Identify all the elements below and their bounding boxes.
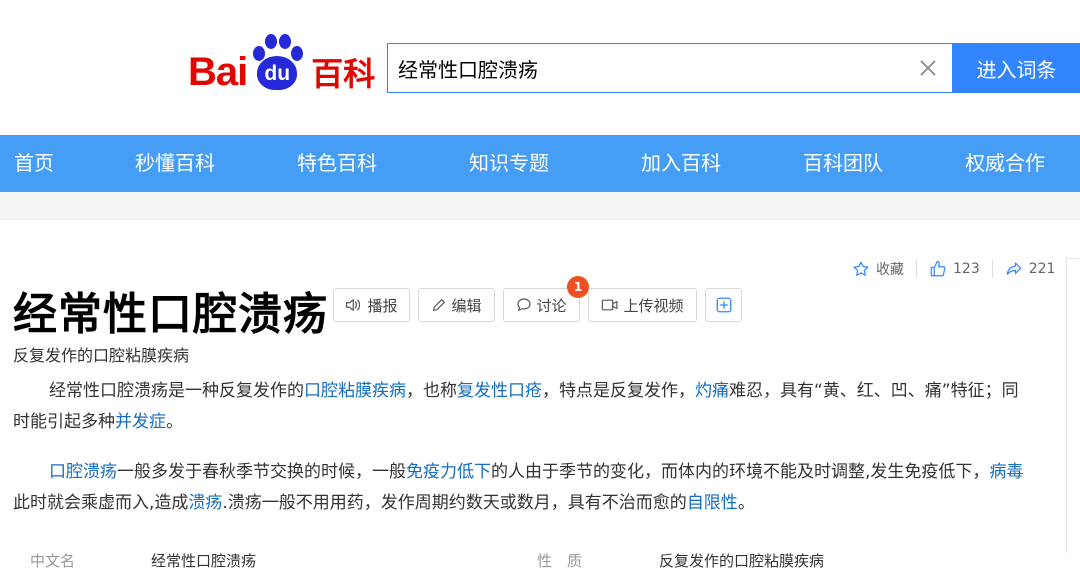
like-button[interactable]: 123 xyxy=(929,260,980,278)
logo-baike-text: 百科 xyxy=(311,55,376,93)
paragraph-text: 经常性口腔溃疡是一种反复发作的 xyxy=(49,381,304,401)
discuss-label: 讨论 xyxy=(536,296,567,315)
entry-tools: 收藏 123 221 xyxy=(852,258,1055,280)
inline-link[interactable]: 复发性口疮 xyxy=(457,381,542,401)
clear-icon[interactable] xyxy=(918,58,938,78)
paragraph-text: 的人由于季节的变化，而体内的环境不能及时调整,发生免疫低下， xyxy=(491,462,990,482)
info-label-chinese-name: 中文名 xyxy=(30,552,76,570)
logo-bai-text: Bai xyxy=(188,50,248,94)
edit-button[interactable]: 编辑 xyxy=(418,288,495,322)
logo-du-text: du xyxy=(264,62,291,85)
nav-spacer xyxy=(0,192,1080,220)
paw-icon: du xyxy=(249,34,307,92)
upload-video-button[interactable]: 上传视频 xyxy=(588,288,697,322)
thumbs-up-icon xyxy=(930,260,946,277)
inline-link[interactable]: 免疫力低下 xyxy=(406,462,491,482)
paragraph-text: ，也称 xyxy=(406,381,457,401)
enter-entry-button[interactable]: 进入词条 xyxy=(953,43,1080,93)
edit-label: 编辑 xyxy=(451,296,482,315)
info-label-nature: 性 质 xyxy=(537,552,583,570)
inline-link[interactable]: 病毒 xyxy=(989,462,1023,482)
search-input[interactable] xyxy=(388,44,908,92)
star-icon xyxy=(853,261,869,276)
tool-divider xyxy=(916,260,917,278)
nav-item-home[interactable]: 首页 xyxy=(14,135,54,192)
summary-paragraph-1: 经常性口腔溃疡是一种反复发作的口腔粘膜疾病，也称复发性口疮，特点是反复发作，灼痛… xyxy=(13,376,1033,438)
plus-icon xyxy=(716,297,731,313)
video-camera-icon xyxy=(602,299,618,311)
page-title: 经常性口腔溃疡 xyxy=(13,289,328,340)
nav-item-join[interactable]: 加入百科 xyxy=(641,135,721,192)
share-button[interactable]: 221 xyxy=(1005,260,1056,278)
side-panel-edge xyxy=(1066,258,1080,553)
paragraph-text: 。 xyxy=(737,493,755,513)
share-count: 221 xyxy=(1028,261,1056,277)
inline-link[interactable]: 溃疡 xyxy=(188,493,222,513)
paragraph-text: 。 xyxy=(166,412,183,432)
favorite-button[interactable]: 收藏 xyxy=(852,259,904,279)
favorite-label: 收藏 xyxy=(876,262,904,278)
main-nav: 首页 秒懂百科 特色百科 知识专题 加入百科 百科团队 权威合作 xyxy=(0,135,1080,192)
add-button[interactable] xyxy=(705,288,742,322)
header: Bai du 百科 进入词条 xyxy=(0,0,1080,135)
paragraph-text: 一般多发于春秋季节交换的时候，一般 xyxy=(117,462,406,482)
nav-item-partners[interactable]: 权威合作 xyxy=(965,135,1045,192)
inline-link[interactable]: 口腔粘膜疾病 xyxy=(304,381,406,401)
discuss-count-badge: 1 xyxy=(567,276,589,298)
paragraph-text: .溃疡一般不用用药，发作周期约数天或数月，具有不治而愈的 xyxy=(222,493,687,513)
inline-link[interactable]: 自限性 xyxy=(687,493,738,513)
chat-bubble-icon xyxy=(517,298,532,311)
info-value-chinese-name: 经常性口腔溃疡 xyxy=(151,552,257,570)
nav-item-featured[interactable]: 特色百科 xyxy=(297,135,377,192)
play-label: 播报 xyxy=(367,296,398,315)
inline-link[interactable]: 并发症 xyxy=(115,412,166,432)
search-box xyxy=(387,43,953,93)
info-value-nature: 反复发作的口腔粘膜疾病 xyxy=(659,552,825,570)
share-icon xyxy=(1006,262,1022,275)
tool-divider xyxy=(991,260,993,278)
nav-item-team[interactable]: 百科团队 xyxy=(803,135,883,192)
baidu-baike-logo[interactable]: Bai du 百科 xyxy=(188,32,375,92)
play-button[interactable]: 播报 xyxy=(333,288,410,322)
inline-link[interactable]: 灼痛 xyxy=(695,381,729,401)
entry-subtitle: 反复发作的口腔粘膜疾病 xyxy=(13,346,190,365)
upload-video-label: 上传视频 xyxy=(623,296,684,315)
paragraph-text: 此时就会乘虚而入,造成 xyxy=(13,493,189,513)
inline-link[interactable]: 口腔溃疡 xyxy=(49,462,117,482)
speaker-icon xyxy=(346,299,361,311)
pencil-icon xyxy=(433,299,446,311)
nav-item-miaodong[interactable]: 秒懂百科 xyxy=(135,135,215,192)
paragraph-text: ，特点是反复发作， xyxy=(542,381,695,401)
like-count: 123 xyxy=(953,261,980,277)
nav-item-topics[interactable]: 知识专题 xyxy=(469,135,549,192)
summary-paragraph-2: 口腔溃疡一般多发于春秋季节交换的时候，一般免疫力低下的人由于季节的变化，而体内的… xyxy=(13,457,1033,519)
